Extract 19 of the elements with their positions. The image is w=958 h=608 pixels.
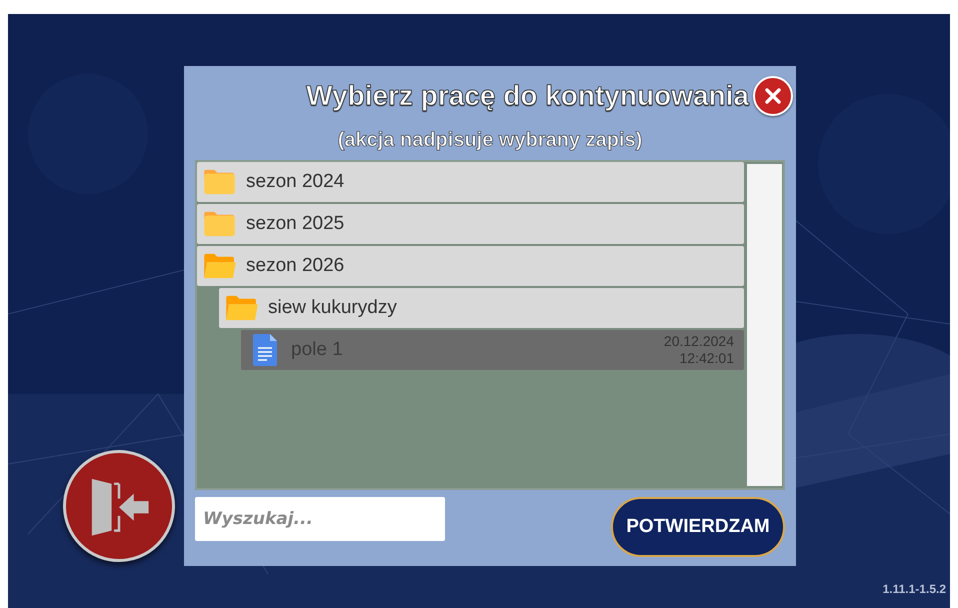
document-icon bbox=[253, 334, 277, 366]
folder-name: siew kukurydzy bbox=[268, 297, 397, 319]
folder-item[interactable]: sezon 2025 bbox=[197, 204, 744, 244]
scrollbar-track[interactable] bbox=[747, 164, 782, 486]
dialog-subtitle: (akcja nadpisuje wybrany zapis) bbox=[338, 129, 642, 152]
close-button[interactable] bbox=[753, 76, 793, 116]
dialog-title: Wybierz pracę do kontynuowania bbox=[306, 80, 749, 112]
version-label: 1.11.1-1.5.2 bbox=[882, 582, 946, 596]
search-field[interactable]: Wyszukaj... bbox=[195, 497, 445, 541]
file-time: 12:42:01 bbox=[680, 350, 734, 367]
folder-item[interactable]: siew kukurydzy bbox=[219, 288, 744, 328]
folder-name: sezon 2026 bbox=[246, 255, 344, 277]
folder-name: sezon 2025 bbox=[246, 213, 344, 235]
confirm-button[interactable]: POTWIERDZAM bbox=[611, 497, 785, 557]
close-icon bbox=[763, 86, 783, 106]
file-date: 20.12.2024 bbox=[664, 333, 734, 350]
folder-item[interactable]: sezon 2024 bbox=[197, 162, 744, 202]
folder-name: sezon 2024 bbox=[246, 171, 344, 193]
folder-item[interactable]: sezon 2026 bbox=[197, 246, 744, 286]
